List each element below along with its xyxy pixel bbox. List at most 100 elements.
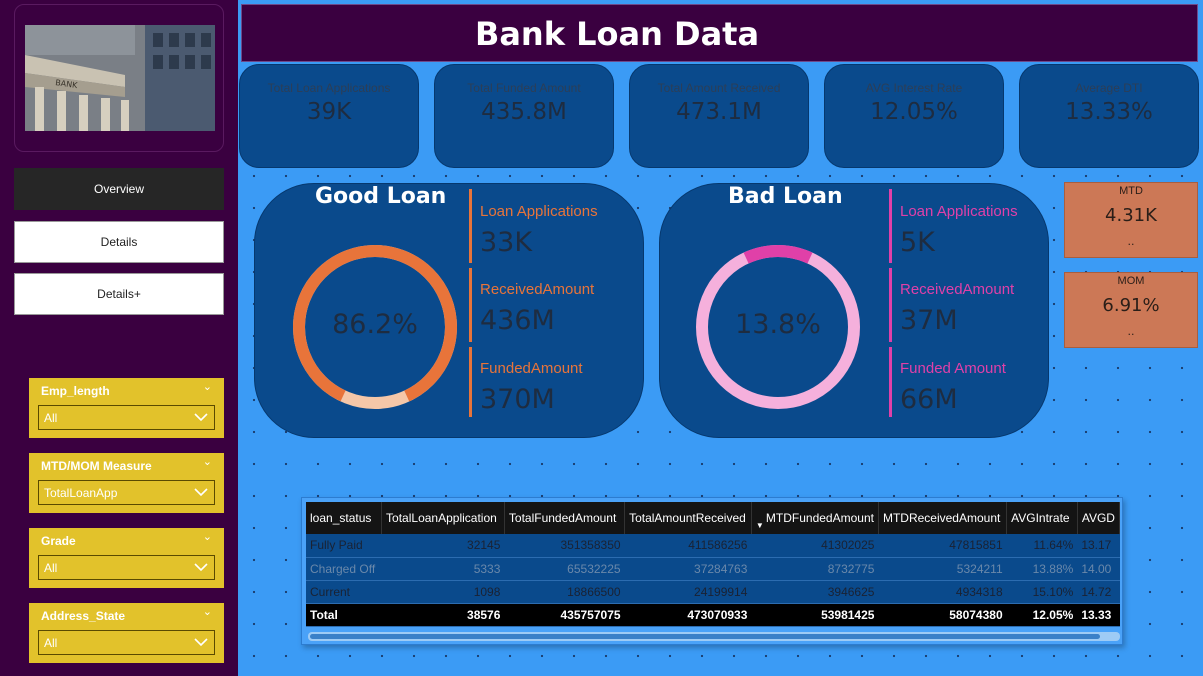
good-loan-title: Good Loan	[315, 184, 447, 209]
nav-overview-button[interactable]: Overview	[14, 168, 224, 210]
sort-descending-icon: ▼	[755, 521, 764, 530]
slicer-title: Grade	[41, 534, 76, 548]
slicer-value: All	[44, 411, 58, 425]
kpi-value: 13.33%	[1065, 99, 1153, 125]
bad-loan-percent: 13.8%	[735, 309, 821, 340]
mtd-mom-measure-dropdown[interactable]: TotalLoanApp	[38, 480, 215, 505]
table-cell: 4934318	[878, 580, 1007, 604]
column-header[interactable]: AVGD	[1077, 502, 1120, 534]
bad-loan-card[interactable]: Bad Loan 13.8% Loan Applications 5K Rece…	[659, 183, 1049, 438]
kpi-label: AVG Interest Rate	[865, 81, 963, 95]
table-cell: Charged Off	[306, 557, 382, 581]
logo-frame: BANK	[14, 4, 224, 152]
divider	[469, 347, 472, 417]
table-cell: 53981425	[751, 603, 879, 627]
slicer-title: Emp_length	[41, 384, 110, 398]
emp-length-dropdown[interactable]: All	[38, 405, 215, 430]
divider	[889, 347, 892, 417]
mtd-card[interactable]: MTD 4.31K ..	[1064, 182, 1198, 258]
kpi-label: Total Amount Received	[657, 81, 781, 95]
mom-label: MOM	[1117, 275, 1145, 287]
divider	[889, 268, 892, 342]
kpi-label: Total Funded Amount	[467, 81, 581, 95]
table-cell: 5324211	[878, 557, 1007, 581]
column-header-label: MTDFundedAmount	[765, 511, 874, 525]
nav-details-button[interactable]: Details	[14, 221, 224, 263]
table-cell: 435757075	[504, 603, 625, 627]
horizontal-scrollbar[interactable]	[308, 632, 1120, 641]
chevron-down-icon	[194, 413, 208, 422]
chevron-down-icon[interactable]: ⌄	[203, 605, 212, 618]
table-cell: 41302025	[751, 534, 879, 558]
bad-loan-applications-value: 5K	[900, 227, 935, 258]
table-total-row[interactable]: Total 38576 435757075 473070933 53981425…	[306, 603, 1120, 627]
slicer-title: Address_State	[41, 609, 126, 623]
table-cell: 65532225	[504, 557, 625, 581]
bank-building-image: BANK	[25, 25, 215, 131]
good-loan-funded-label: FundedAmount	[480, 360, 583, 377]
column-header-sorted[interactable]: ▼ MTDFundedAmount	[751, 502, 879, 534]
kpi-total-loan-applications[interactable]: Total Loan Applications 39K	[239, 64, 419, 168]
divider	[469, 268, 472, 342]
table-cell: Current	[306, 580, 382, 604]
mom-more: ..	[1127, 325, 1135, 338]
chevron-down-icon[interactable]: ⌄	[203, 455, 212, 468]
table-cell: 13.33	[1077, 603, 1120, 627]
nav-details-plus-button[interactable]: Details+	[14, 273, 224, 315]
mom-value: 6.91%	[1102, 295, 1160, 316]
kpi-total-funded-amount[interactable]: Total Funded Amount 435.8M	[434, 64, 614, 168]
column-header[interactable]: TotalLoanApplication	[381, 502, 505, 534]
bad-loan-title: Bad Loan	[728, 184, 843, 209]
slicer-value: TotalLoanApp	[44, 486, 118, 500]
chevron-down-icon	[194, 563, 208, 572]
good-loan-applications-value: 33K	[480, 227, 533, 258]
bad-loan-funded-label: Funded Amount	[900, 360, 1006, 377]
good-loan-received-label: ReceivedAmount	[480, 281, 595, 298]
slicer-title: MTD/MOM Measure	[41, 459, 152, 473]
slicer-emp-length: Emp_length ⌄ All	[29, 378, 224, 438]
kpi-total-amount-received[interactable]: Total Amount Received 473.1M	[629, 64, 809, 168]
divider	[889, 189, 892, 263]
good-loan-received-value: 436M	[480, 305, 555, 336]
kpi-label: Total Loan Applications	[267, 81, 391, 95]
table-row[interactable]: Fully Paid 32145 351358350 411586256 413…	[306, 534, 1120, 558]
mom-card[interactable]: MOM 6.91% ..	[1064, 272, 1198, 348]
column-header[interactable]: TotalAmountReceived	[624, 502, 752, 534]
column-header[interactable]: AVGIntrate	[1006, 502, 1078, 534]
table-cell: 18866500	[504, 580, 625, 604]
address-state-dropdown[interactable]: All	[38, 630, 215, 655]
divider	[469, 189, 472, 263]
table-cell: 47815851	[878, 534, 1007, 558]
mtd-label: MTD	[1119, 185, 1143, 197]
loan-status-table[interactable]: loan_status TotalLoanApplication TotalFu…	[301, 497, 1123, 645]
scrollbar-thumb[interactable]	[310, 634, 1100, 639]
table-cell: 11.64%	[1006, 534, 1078, 558]
table-viewport: loan_status TotalLoanApplication TotalFu…	[306, 502, 1120, 628]
slicer-grade: Grade ⌄ All	[29, 528, 224, 588]
kpi-label: Average DTI	[1075, 81, 1143, 95]
slicer-value: All	[44, 636, 58, 650]
column-header[interactable]: MTDReceivedAmount	[878, 502, 1008, 534]
kpi-avg-interest-rate[interactable]: AVG Interest Rate 12.05%	[824, 64, 1004, 168]
table-cell: 411586256	[624, 534, 752, 558]
bad-loan-received-label: ReceivedAmount	[900, 281, 1015, 298]
table-cell: 37284763	[624, 557, 752, 581]
good-loan-percent: 86.2%	[332, 309, 418, 340]
chevron-down-icon[interactable]: ⌄	[203, 380, 212, 393]
chevron-down-icon[interactable]: ⌄	[203, 530, 212, 543]
slicer-value: All	[44, 561, 58, 575]
table-cell: 15.10%	[1006, 580, 1078, 604]
column-header[interactable]: TotalFundedAmount	[504, 502, 626, 534]
good-loan-card[interactable]: Good Loan 86.2% Loan Applications 33K Re…	[254, 183, 644, 438]
kpi-average-dti[interactable]: Average DTI 13.33%	[1019, 64, 1199, 168]
dashboard: BANK Overview Details Details+ Emp_lengt…	[0, 0, 1203, 676]
table-row[interactable]: Charged Off 5333 65532225 37284763 87327…	[306, 557, 1120, 581]
grade-dropdown[interactable]: All	[38, 555, 215, 580]
table-row[interactable]: Current 1098 18866500 24199914 3946625 4…	[306, 580, 1120, 604]
table-cell: 24199914	[624, 580, 752, 604]
table-cell: 13.88%	[1006, 557, 1078, 581]
good-loan-funded-value: 370M	[480, 384, 555, 415]
table-cell: 12.05%	[1006, 603, 1078, 627]
mtd-more: ..	[1127, 235, 1135, 248]
column-header[interactable]: loan_status	[306, 502, 383, 534]
